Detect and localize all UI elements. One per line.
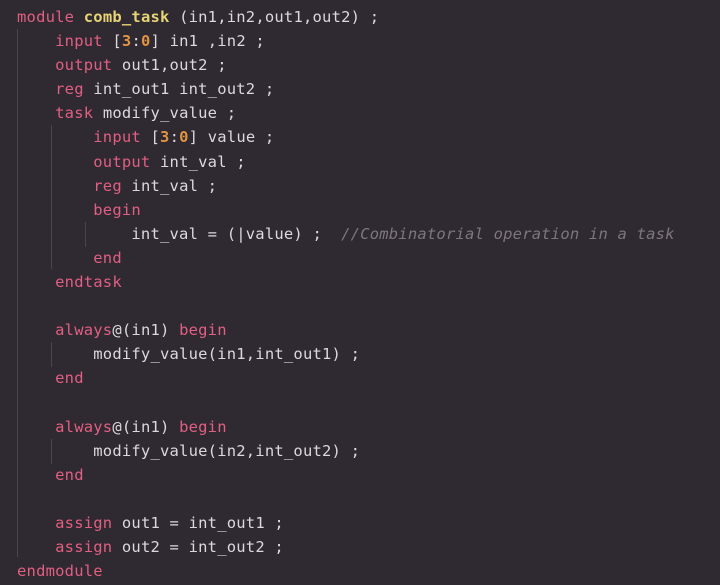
code-editor[interactable]: module comb_task (in1,in2,out1,out2) ; i…: [0, 0, 720, 585]
code-line[interactable]: end: [0, 366, 720, 390]
code-token-kw: begin: [179, 417, 227, 436]
code-line[interactable]: reg int_val ;: [0, 174, 720, 198]
code-line[interactable]: endtask: [0, 270, 720, 294]
code-token-plain: int_val = (|value) ;: [17, 224, 342, 243]
code-token-plain: :: [169, 128, 180, 147]
code-line[interactable]: assign out2 = int_out2 ;: [0, 535, 720, 559]
code-line[interactable]: int_val = (|value) ; //Combinatorial ope…: [0, 222, 720, 246]
code-token-plain: (in1,in2,out1,out2) ;: [169, 8, 380, 26]
code-line[interactable]: [0, 487, 720, 511]
code-token-kw: assign: [55, 538, 113, 557]
code-line[interactable]: end: [0, 246, 720, 270]
code-token-plain: @(in1): [112, 417, 180, 436]
code-token-plain: ] in1 ,in2 ;: [150, 32, 265, 51]
code-line[interactable]: reg int_out1 int_out2 ;: [0, 77, 720, 101]
code-line[interactable]: end: [0, 463, 720, 487]
code-token-kw: assign: [55, 513, 113, 532]
code-token-comment: //Combinatorial operation in a task: [341, 224, 675, 243]
code-token-plain: [: [102, 32, 122, 51]
code-token-kw: end: [55, 465, 84, 484]
code-line[interactable]: endmodule: [0, 559, 720, 583]
code-token-kw: endtask: [55, 273, 122, 292]
code-surface[interactable]: module comb_task (in1,in2,out1,out2) ; i…: [0, 5, 720, 583]
code-token-kw: begin: [93, 200, 141, 219]
code-token-kw: end: [55, 369, 84, 388]
code-token-num: 3: [121, 32, 132, 51]
code-token-plain: modify_value(in2,int_out2) ;: [17, 441, 361, 460]
code-token-kw: input: [55, 32, 103, 51]
code-token-plain: @(in1): [112, 321, 180, 340]
code-line[interactable]: module comb_task (in1,in2,out1,out2) ;: [0, 5, 720, 29]
code-token-module: comb_task: [83, 8, 170, 26]
code-token-plain: int_val ;: [150, 152, 246, 171]
code-token-kw: input: [93, 128, 141, 147]
code-token-kw: endmodule: [17, 562, 103, 581]
code-token-kw: output: [55, 56, 113, 75]
code-token-kw: task: [55, 104, 94, 123]
code-token-plain: out1 = int_out1 ;: [112, 513, 284, 532]
code-token-kw: always: [55, 321, 113, 340]
code-token-kw: always: [55, 417, 113, 436]
code-line[interactable]: [0, 391, 720, 415]
code-line[interactable]: output int_val ;: [0, 150, 720, 174]
code-token-num: 0: [179, 128, 189, 147]
code-token-num: 3: [160, 128, 170, 147]
code-line[interactable]: assign out1 = int_out1 ;: [0, 511, 720, 535]
code-token-kw: reg: [55, 80, 84, 99]
code-line[interactable]: always@(in1) begin: [0, 318, 720, 342]
code-token-kw: module: [17, 8, 75, 26]
code-token-plain: int_out1 int_out2 ;: [83, 80, 275, 99]
code-line[interactable]: begin: [0, 198, 720, 222]
code-token-num: 0: [140, 32, 151, 51]
code-token-plain: out1,out2 ;: [112, 56, 227, 75]
code-token-kw: begin: [179, 321, 227, 340]
code-token-kw: output: [93, 152, 151, 171]
code-line[interactable]: task modify_value ;: [0, 101, 720, 125]
code-token-kw: reg: [93, 176, 122, 195]
code-line[interactable]: modify_value(in2,int_out2) ;: [0, 439, 720, 463]
code-token-plain: [: [140, 128, 161, 147]
code-token-plain: modify_value(in1,int_out1) ;: [17, 345, 361, 364]
code-line[interactable]: input [3:0] in1 ,in2 ;: [0, 29, 720, 53]
code-token-plain: int_val ;: [121, 176, 218, 195]
code-token-plain: modify_value ;: [93, 104, 237, 123]
code-token-plain: out2 = int_out2 ;: [112, 538, 284, 557]
code-token-kw: end: [93, 248, 122, 267]
code-line[interactable]: always@(in1) begin: [0, 415, 720, 439]
code-line[interactable]: [0, 294, 720, 318]
code-token-plain: :: [131, 32, 141, 51]
code-token-plain: ] value ;: [188, 128, 275, 147]
code-line[interactable]: output out1,out2 ;: [0, 53, 720, 77]
code-line[interactable]: input [3:0] value ;: [0, 125, 720, 149]
code-line[interactable]: modify_value(in1,int_out1) ;: [0, 342, 720, 366]
